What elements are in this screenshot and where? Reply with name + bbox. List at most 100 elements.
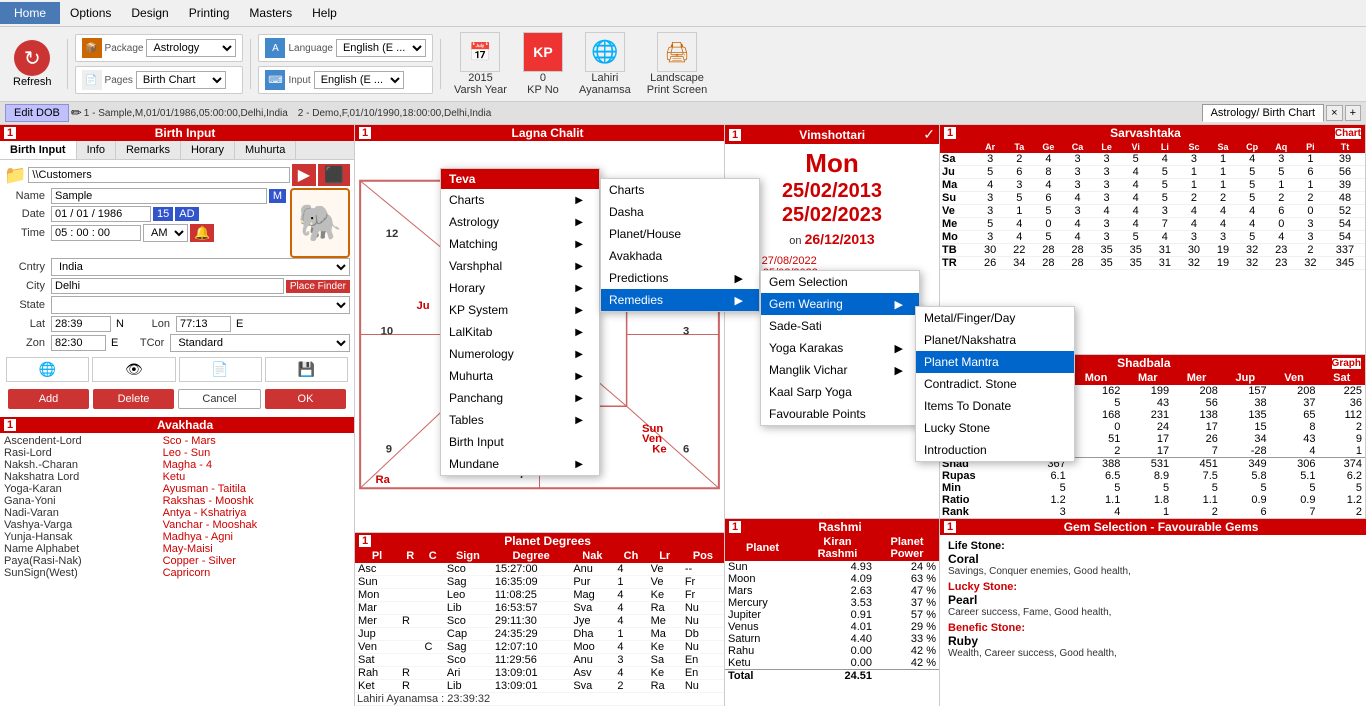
menu-item-birth-input[interactable]: Birth Input [441,431,599,453]
submenu-planet-house[interactable]: Planet/House [601,223,759,245]
menu-item-numerology[interactable]: Numerology ▶ [441,343,599,365]
package-select[interactable]: Astrology [146,39,236,57]
time-icon-button[interactable]: 🔔 [190,224,214,242]
submenu-yoga-karakas[interactable]: Yoga Karakas ▶ [761,337,919,359]
zon-input[interactable] [51,335,106,351]
submenu-introduction[interactable]: Introduction [916,439,1074,461]
language-select[interactable]: English (E ... [336,39,426,57]
submenu-avakhada[interactable]: Avakhada [601,245,759,267]
ok-button[interactable]: OK [265,389,346,409]
name-input[interactable] [51,188,267,204]
edit-dob-button[interactable]: Edit DOB [5,104,69,122]
state-label: State [4,299,49,311]
lat-input[interactable] [51,316,111,332]
tcor-select[interactable]: Standard [170,334,350,352]
doc-btn[interactable]: 📄 [179,357,262,382]
submenu-dasha[interactable]: Dasha [601,201,759,223]
menu-home[interactable]: Home [0,2,60,24]
tab-birth-input[interactable]: Birth Input [0,141,77,159]
gem-wearing-submenu[interactable]: Metal/Finger/Day Planet/Nakshatra Planet… [915,306,1075,462]
table-row: Nadi-VaranAntya - Kshatriya [2,507,352,519]
menu-item-mundane[interactable]: Mundane ▶ [441,453,599,475]
tab-remarks[interactable]: Remarks [116,141,181,159]
menu-item-horary[interactable]: Horary ▶ [441,277,599,299]
submenu-favourable-points[interactable]: Favourable Points [761,403,919,425]
add-tab-button[interactable]: + [1345,105,1361,121]
menu-masters[interactable]: Masters [239,2,302,24]
submenu-planet-nakshatra[interactable]: Planet/Nakshatra [916,329,1074,351]
submenu-predictions[interactable]: Predictions ▶ [601,267,759,289]
active-tab[interactable]: Astrology/ Birth Chart [1202,104,1325,122]
save-btn[interactable]: 💾 [265,357,348,382]
pencil-icon[interactable]: ✏ [71,105,82,121]
name-label: Name [4,190,49,202]
submenu-manglik-vichar[interactable]: Manglik Vichar ▶ [761,359,919,381]
folder-browse-button[interactable]: ▶ [292,164,316,186]
place-finder-button[interactable]: Place Finder [286,280,350,293]
menu-item-panchang[interactable]: Panchang ▶ [441,387,599,409]
name-m-button[interactable]: M [269,189,286,203]
close-tab-button[interactable]: × [1326,105,1342,121]
pages-select[interactable]: Birth Chart [136,71,226,89]
submenu-lucky-stone[interactable]: Lucky Stone [916,417,1074,439]
submenu-items-to-donate[interactable]: Items To Donate [916,395,1074,417]
folder-icon[interactable]: 📁 [4,165,26,186]
submenu-kaal-sarp-yoga[interactable]: Kaal Sarp Yoga [761,381,919,403]
submenu-gem-wearing[interactable]: Gem Wearing ▶ [761,293,919,315]
folder-path-input[interactable] [28,167,289,183]
tab-horary[interactable]: Horary [181,141,235,159]
print-screen-button[interactable]: 🖨 Landscape Print Screen [641,30,714,98]
am-pm-select[interactable]: AMPM [143,224,188,242]
menu-bar: Home Options Design Printing Masters Hel… [0,0,1366,27]
folder-nav-button[interactable]: ⬛ [318,164,350,186]
menu-item-lalkitab[interactable]: LalKitab ▶ [441,321,599,343]
menu-help[interactable]: Help [302,2,347,24]
remedies-submenu[interactable]: Gem Selection Gem Wearing ▶ Sade-Sati Yo… [760,270,920,426]
varsh-year-button[interactable]: 📅 2015 Varsh Year [448,30,513,98]
country-select[interactable]: India [51,258,350,276]
globe-btn[interactable]: 🌐 [6,357,89,382]
submenu-sade-sati[interactable]: Sade-Sati [761,315,919,337]
input-select[interactable]: English (E ... [314,71,404,89]
name-row: Name M [4,188,286,204]
submenu-charts[interactable]: Charts [601,179,759,201]
ayanamsa-button[interactable]: 🌐 Lahiri Ayanamsa [573,30,637,98]
menu-item-matching[interactable]: Matching ▶ [441,233,599,255]
print-screen-label: Landscape [650,72,704,84]
kp-no-button[interactable]: KP 0 KP No [517,30,569,98]
submenu-remedies[interactable]: Remedies ▶ [601,289,759,311]
state-select[interactable] [51,296,350,314]
pd-header: 1 Planet Degrees [355,533,724,549]
refresh-button[interactable]: ↻ Refresh [5,38,60,90]
menu-item-teva-header[interactable]: Teva [441,169,599,189]
menu-item-tables[interactable]: Tables ▶ [441,409,599,431]
city-input[interactable] [51,278,284,294]
menu-item-charts[interactable]: Charts ▶ [441,189,599,211]
tab-info[interactable]: Info [77,141,116,159]
ad-button[interactable]: AD [175,207,198,221]
submenu-contradict-stone[interactable]: Contradict. Stone [916,373,1074,395]
teva-menu[interactable]: Teva Charts ▶ Astrology ▶ Matching ▶ Var… [440,168,600,476]
cancel-button[interactable]: Cancel [178,389,261,409]
charts-submenu[interactable]: Charts Dasha Planet/House Avakhada Predi… [600,178,760,312]
time-input[interactable] [51,225,141,241]
sarv-chart-button[interactable]: Chart [1335,128,1361,139]
menu-item-astrology[interactable]: Astrology ▶ [441,211,599,233]
shad-graph-button[interactable]: Graph [1332,358,1361,369]
menu-item-muhurta[interactable]: Muhurta ▶ [441,365,599,387]
age-button[interactable]: 15 [153,207,173,221]
lon-input[interactable] [176,316,231,332]
submenu-gem-selection[interactable]: Gem Selection [761,271,919,293]
menu-options[interactable]: Options [60,2,121,24]
delete-button[interactable]: Delete [93,389,174,409]
submenu-planet-mantra[interactable]: Planet Mantra [916,351,1074,373]
menu-item-kp-system[interactable]: KP System ▶ [441,299,599,321]
menu-design[interactable]: Design [121,2,178,24]
submenu-metal-finger-day[interactable]: Metal/Finger/Day [916,307,1074,329]
menu-item-varshphal[interactable]: Varshphal ▶ [441,255,599,277]
tab-muhurta[interactable]: Muhurta [235,141,296,159]
menu-printing[interactable]: Printing [179,2,240,24]
eye-btn[interactable]: 👁 [92,357,175,382]
add-button[interactable]: Add [8,389,89,409]
date-input[interactable] [51,206,151,222]
